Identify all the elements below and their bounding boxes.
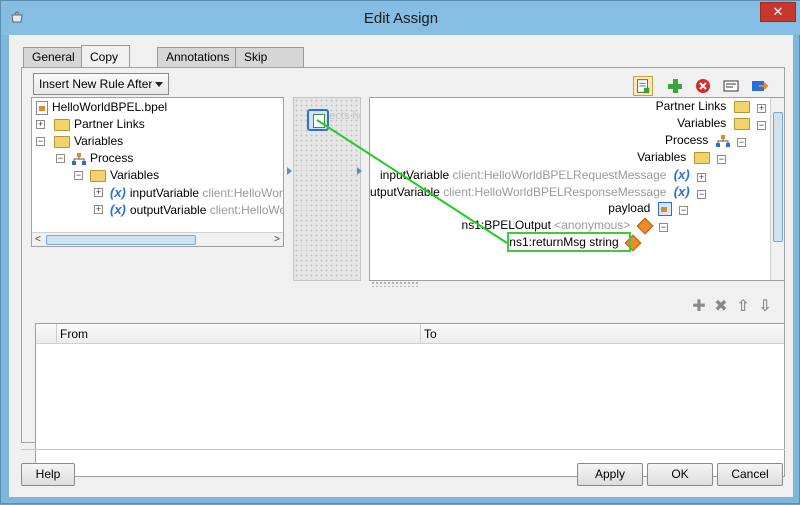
remove-rule-icon[interactable]: ✖: [713, 299, 729, 315]
target-vertical-scrollbar[interactable]: [770, 98, 784, 280]
add-rule-icon[interactable]: ✚: [691, 299, 707, 315]
tree-node-process-variables[interactable]: Variables: [90, 167, 159, 184]
tab-general[interactable]: General: [23, 47, 84, 68]
folder-icon: [54, 118, 70, 131]
tree-node-variables[interactable]: Variables: [54, 133, 123, 150]
tree-node-process[interactable]: Process: [72, 150, 133, 167]
folder-open-icon: [693, 151, 710, 164]
source-tree: HelloWorldBPEL.bpel + Partner Links − Va…: [31, 97, 284, 247]
variable-icon: (x): [110, 185, 126, 200]
table-header: From To: [36, 324, 784, 344]
tab-annotations[interactable]: Annotations: [157, 47, 239, 68]
bpel-file-icon: [36, 100, 48, 115]
chevron-down-icon: [155, 82, 163, 87]
window-title: Edit Assign: [363, 10, 439, 27]
collapse-icon[interactable]: −: [36, 137, 45, 146]
tab-skip-condition[interactable]: Skip Condition: [235, 47, 304, 83]
title-bar: Edit Assign ✕: [1, 1, 800, 35]
tree-node-input-variable[interactable]: inputVariable client:HelloWorldBPELReque…: [380, 166, 706, 183]
xpath-icon[interactable]: [721, 76, 741, 96]
folder-open-icon: [733, 117, 750, 130]
scroll-thumb[interactable]: [773, 112, 783, 242]
expand-icon[interactable]: +: [697, 173, 706, 182]
collapse-icon[interactable]: −: [757, 121, 766, 130]
folder-open-icon: [90, 169, 106, 182]
folder-icon: [733, 100, 750, 113]
tree-node-output-variable[interactable]: outputVariable client:HelloWorldBPELResp…: [370, 183, 706, 200]
scroll-left-icon[interactable]: <: [35, 234, 41, 245]
variable-icon: (x): [673, 167, 690, 182]
collapse-icon[interactable]: −: [717, 155, 726, 164]
folder-open-icon: [54, 135, 70, 148]
expression-builder-icon[interactable]: [633, 76, 653, 96]
insert-mode-value: Insert New Rule After: [39, 77, 153, 91]
add-icon[interactable]: [665, 76, 685, 96]
close-button[interactable]: ✕: [760, 2, 796, 22]
collapse-icon[interactable]: −: [56, 154, 65, 163]
tree-node-input-variable[interactable]: (x) inputVariable client:HelloWorld: [110, 184, 283, 201]
tree-node-partner-links[interactable]: Partner Links: [54, 116, 145, 133]
tree-node-process-variables[interactable]: Variables −: [637, 149, 726, 166]
ok-button[interactable]: OK: [647, 463, 713, 486]
tree-node-partner-links[interactable]: Partner Links +: [656, 98, 766, 115]
divider: [21, 449, 785, 450]
export-icon[interactable]: [749, 76, 769, 96]
element-icon: [636, 217, 654, 235]
expand-icon[interactable]: +: [94, 205, 103, 214]
tree-node-output-variable[interactable]: (x) outputVariable client:HelloWor: [110, 201, 283, 218]
column-header-from[interactable]: From: [56, 324, 420, 344]
process-icon: [715, 134, 730, 147]
tree-node-payload[interactable]: payload −: [608, 200, 688, 217]
move-up-icon[interactable]: ⇧: [735, 299, 751, 315]
expand-icon[interactable]: +: [757, 104, 766, 113]
expand-icon[interactable]: +: [94, 188, 103, 197]
row-selector-column: [36, 324, 56, 344]
target-tree: Partner Links + Variables − Process − Va…: [369, 97, 785, 281]
collapse-icon[interactable]: −: [737, 138, 746, 147]
process-icon: [72, 152, 86, 165]
expand-icon[interactable]: +: [36, 120, 45, 129]
tree-node-variables[interactable]: Variables −: [677, 115, 766, 132]
tab-copy-rules[interactable]: Copy Rules: [81, 45, 130, 86]
dialog-body: General Copy Rules Annotations Skip Cond…: [9, 35, 793, 497]
collapse-right-icon[interactable]: [357, 167, 362, 175]
apply-button[interactable]: Apply: [577, 463, 643, 486]
selected-target-highlight: [507, 232, 631, 252]
variable-icon: (x): [673, 184, 690, 199]
variable-icon: (x): [110, 202, 126, 217]
delete-icon[interactable]: [693, 76, 713, 96]
xpath-function-icon[interactable]: [307, 109, 329, 131]
collapse-icon[interactable]: −: [659, 223, 668, 232]
collapse-icon[interactable]: −: [679, 206, 688, 215]
cancel-button[interactable]: Cancel: [717, 463, 783, 486]
part-icon: [657, 201, 672, 216]
insert-mode-select[interactable]: Insert New Rule After: [33, 73, 169, 95]
scroll-thumb[interactable]: [46, 235, 196, 245]
column-header-to[interactable]: To: [420, 324, 784, 344]
move-down-icon[interactable]: ⇩: [757, 299, 773, 315]
edit-assign-window: Edit Assign ✕ General Copy Rules Annotat…: [0, 0, 800, 504]
copy-rules-table[interactable]: From To: [35, 323, 785, 477]
source-horizontal-scrollbar[interactable]: < >: [32, 232, 283, 246]
collapse-left-icon[interactable]: [287, 167, 292, 175]
collapse-icon[interactable]: −: [697, 190, 706, 199]
scroll-right-icon[interactable]: >: [274, 234, 280, 245]
collapse-icon[interactable]: −: [74, 171, 83, 180]
tree-node-process[interactable]: Process −: [665, 132, 746, 149]
resize-grip[interactable]: [371, 281, 419, 287]
help-button[interactable]: Help: [21, 463, 75, 486]
tree-node-bpel-file[interactable]: HelloWorldBPEL.bpel: [36, 99, 167, 116]
